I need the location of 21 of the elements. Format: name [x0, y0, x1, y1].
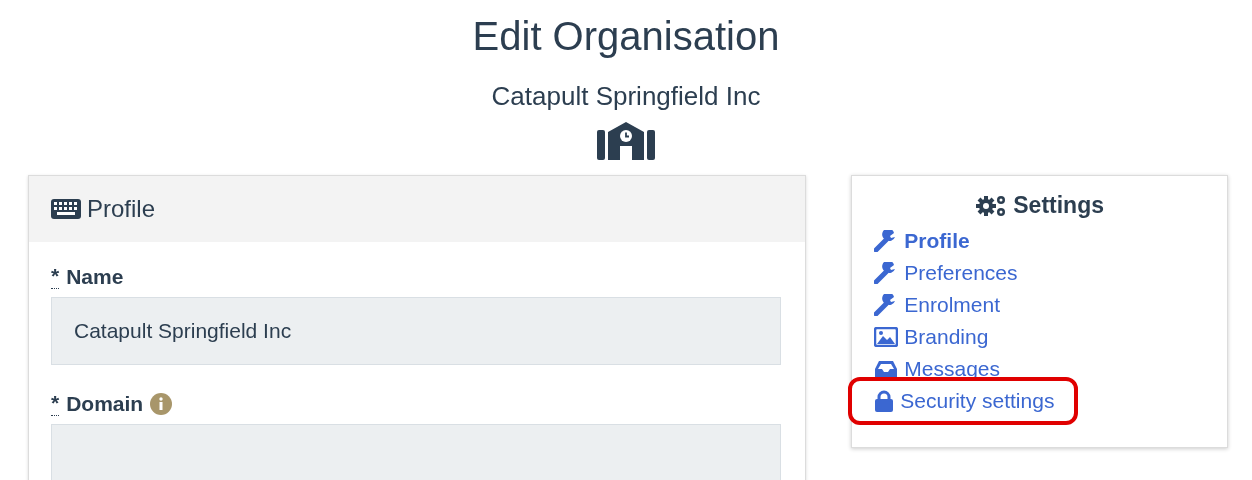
- field-label: Domain: [66, 391, 144, 416]
- settings-link[interactable]: Branding: [874, 321, 989, 353]
- organisation-name: Catapult Springfield Inc: [491, 80, 761, 112]
- gears-icon: [975, 193, 1008, 218]
- required-mark: *: [51, 391, 60, 416]
- settings-link[interactable]: Enrolment: [874, 289, 1001, 321]
- field-label: Name: [66, 264, 124, 289]
- text-field[interactable]: Catapult Springfield Inc: [51, 297, 781, 365]
- card-title: Profile: [87, 195, 156, 223]
- settings-link[interactable]: Preferences: [874, 257, 1018, 289]
- settings-title: Settings: [1013, 192, 1104, 219]
- inbox-icon: [874, 359, 899, 379]
- school-building-icon: [597, 122, 655, 160]
- info-icon[interactable]: [150, 392, 173, 415]
- settings-link[interactable]: Profile: [874, 225, 970, 257]
- required-mark: *: [51, 264, 60, 289]
- page-title: Edit Organisation: [472, 13, 780, 60]
- lock-icon: [874, 390, 895, 412]
- image-icon: [874, 327, 899, 347]
- keyboard-icon: [51, 199, 81, 219]
- text-field[interactable]: [51, 424, 781, 480]
